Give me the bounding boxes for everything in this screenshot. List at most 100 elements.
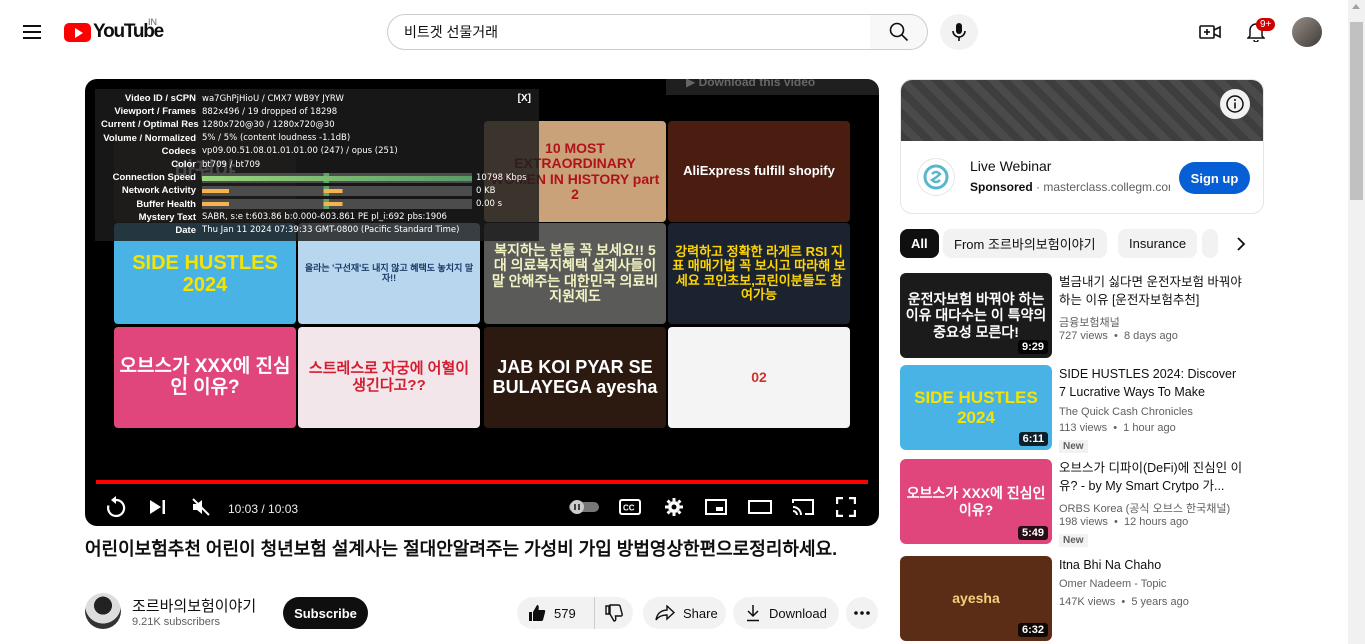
duration-badge: 6:32 bbox=[1017, 623, 1048, 637]
hamburger-icon bbox=[23, 25, 41, 39]
end-tile-text: 02 bbox=[751, 368, 767, 385]
sponsored-label: Sponsored bbox=[970, 180, 1033, 194]
advertiser-logo[interactable] bbox=[917, 158, 955, 196]
end-tile-text: 스트레스로 자궁에 어혈이 생긴다고?? bbox=[308, 360, 470, 394]
search-button[interactable] bbox=[870, 14, 928, 50]
stats-key: Volume / Normalized bbox=[103, 132, 196, 144]
stats-row: Date Thu Jan 11 2024 07:39:33 GMT-0800 (P… bbox=[101, 224, 533, 237]
cast-button[interactable] bbox=[789, 493, 817, 521]
video-player[interactable]: ▶ Download this video [X] Video ID / sCP… bbox=[85, 79, 879, 526]
recommendation-title[interactable]: 오브스가 디파이(DeFi)에 진심인 이유? - by My Smart Cr… bbox=[1059, 459, 1245, 495]
player-controls: 10:03 / 10:03 CC bbox=[85, 485, 879, 526]
recommendation-channel[interactable]: The Quick Cash Chronicles bbox=[1059, 406, 1193, 418]
recommendation-channel[interactable]: ORBS Korea (공식 오브스 한국채널) bbox=[1059, 500, 1230, 516]
stats-value: Thu Jan 11 2024 07:39:33 GMT-0800 (Pacif… bbox=[202, 225, 460, 236]
recommendation-channel[interactable]: 금융보험채널 bbox=[1059, 314, 1120, 330]
recommendation-title[interactable]: 벌금내기 싫다면 운전자보험 바꿔야 하는 이유 [운전자보험추천] bbox=[1059, 273, 1245, 309]
sponsored-ad-card[interactable]: Live Webinar Sponsored · masterclass.col… bbox=[900, 79, 1264, 214]
recommendation-thumbnail[interactable]: 오브스가 XXX에 진심인 이유? 5:49 bbox=[900, 459, 1052, 544]
thumbnail-text: 운전자보험 바꿔야 하는 이유 대다수는 이 특약의 중요성 모른다! bbox=[905, 291, 1047, 340]
replay-button[interactable] bbox=[102, 493, 130, 521]
like-count: 579 bbox=[554, 605, 576, 621]
page-scrollbar[interactable] bbox=[1348, 0, 1365, 644]
account-avatar[interactable] bbox=[1292, 17, 1322, 47]
end-screen-video-tile[interactable]: JAB KOI PYAR SE BULAYEGA ayesha bbox=[484, 327, 666, 428]
ad-title[interactable]: Live Webinar bbox=[970, 158, 1051, 174]
stats-key: Color bbox=[171, 159, 196, 171]
masterclass-logo-icon bbox=[923, 164, 949, 190]
share-label: Share bbox=[683, 605, 718, 621]
channel-name[interactable]: 조르바의보험이야기 bbox=[132, 595, 256, 616]
replay-icon bbox=[107, 496, 126, 518]
fullscreen-icon bbox=[836, 497, 856, 517]
more-actions-button[interactable] bbox=[846, 597, 878, 629]
stats-key: Date bbox=[175, 224, 196, 236]
chip-from-channel[interactable]: From 조르바의보험이야기 bbox=[943, 229, 1107, 258]
recommendation-item[interactable]: 운전자보험 바꿔야 하는 이유 대다수는 이 특약의 중요성 모른다! 9:29 벌… bbox=[900, 273, 1280, 363]
recommendation-thumbnail[interactable]: 운전자보험 바꿔야 하는 이유 대다수는 이 특약의 중요성 모른다! 9:29 bbox=[900, 273, 1052, 358]
stats-value: 1280x720@30 / 1280x720@30 bbox=[202, 119, 335, 130]
end-screen-video-tile[interactable]: 강력하고 정확한 라게르 RSI 지표 매매기법 꼭 보시고 따라해 보세요 코… bbox=[668, 223, 850, 324]
recommendation-channel[interactable]: Omer Nadeem - Topic bbox=[1059, 578, 1166, 590]
stats-key: Network Activity bbox=[121, 185, 196, 197]
recommendation-item[interactable]: 오브스가 XXX에 진심인 이유? 5:49 오브스가 디파이(DeFi)에 진심인… bbox=[900, 459, 1280, 549]
ad-signup-button[interactable]: Sign up bbox=[1179, 162, 1250, 194]
chip-all[interactable]: All bbox=[900, 229, 939, 258]
create-button[interactable] bbox=[1194, 16, 1226, 48]
recommendation-thumbnail[interactable]: SIDE HUSTLES 2024 6:11 bbox=[900, 365, 1052, 450]
search-input[interactable]: 비트겟 선물거래 bbox=[387, 14, 871, 50]
fullscreen-button[interactable] bbox=[832, 493, 860, 521]
chips-next-button[interactable] bbox=[1226, 229, 1256, 259]
chip-insurance[interactable]: Insurance bbox=[1118, 229, 1198, 258]
recommendation-title[interactable]: SIDE HUSTLES 2024: Discover 7 Lucrative … bbox=[1059, 365, 1245, 401]
stats-for-nerds-panel: [X] Video ID / sCPN wa7GhPjHioU / CMX7 WB… bbox=[95, 89, 539, 241]
ad-info-button[interactable] bbox=[1220, 89, 1250, 119]
menu-button[interactable] bbox=[16, 16, 48, 48]
ad-banner-image[interactable] bbox=[901, 80, 1263, 141]
thumbnail-text: 오브스가 XXX에 진심인 이유? bbox=[906, 485, 1046, 518]
video-title: 어린이보험추천 어린이 청년보험 설계사는 절대안알려주는 가성비 가입 방법영… bbox=[85, 539, 838, 559]
captions-button[interactable]: CC bbox=[616, 493, 644, 521]
share-button[interactable]: Share bbox=[643, 597, 726, 629]
progress-bar[interactable] bbox=[96, 480, 868, 484]
thumbs-down-icon bbox=[605, 604, 623, 622]
settings-button[interactable] bbox=[660, 493, 688, 521]
scroll-up-arrow-icon[interactable] bbox=[1352, 4, 1360, 9]
dislike-button[interactable] bbox=[595, 597, 633, 629]
end-screen-video-tile[interactable]: 스트레스로 자궁에 어혈이 생긴다고?? bbox=[298, 327, 480, 428]
recommendation-item[interactable]: SIDE HUSTLES 2024 6:11 SIDE HUSTLES 2024: … bbox=[900, 365, 1280, 455]
subscribe-button[interactable]: Subscribe bbox=[283, 597, 368, 629]
svg-text:CC: CC bbox=[623, 504, 635, 513]
recommendation-item[interactable]: ayesha 6:32 Itna Bhi Na Chaho Omer Nadeem -… bbox=[900, 556, 1280, 644]
end-tile-text: SIDE HUSTLES 2024 bbox=[132, 251, 278, 296]
channel-avatar[interactable] bbox=[85, 593, 121, 629]
download-icon bbox=[747, 605, 759, 622]
autoplay-toggle-icon bbox=[569, 500, 599, 514]
scroll-thumb[interactable] bbox=[1350, 22, 1363, 200]
volume-muted-icon bbox=[192, 498, 210, 516]
recommendation-thumbnail[interactable]: ayesha 6:32 bbox=[900, 556, 1052, 641]
theater-mode-button[interactable] bbox=[746, 493, 774, 521]
chip-partial[interactable] bbox=[1202, 229, 1218, 258]
ad-sponsor-line: Sponsored · masterclass.collegm.com/l bbox=[970, 180, 1170, 194]
end-tile-text: JAB KOI PYAR SE BULAYEGA ayesha bbox=[492, 356, 658, 397]
stats-row: Connection Speed 10798 Kbps bbox=[101, 171, 533, 184]
recommendation-title[interactable]: Itna Bhi Na Chaho bbox=[1059, 556, 1245, 574]
thumbnail-text: ayesha bbox=[952, 590, 1000, 607]
closed-captions-icon: CC bbox=[619, 499, 641, 515]
duration-badge: 5:49 bbox=[1017, 526, 1048, 540]
stats-row: Mystery Text SABR, s:e t:603.86 b:0.000-6… bbox=[101, 211, 533, 224]
end-screen-video-tile[interactable]: AliExpress fulfill shopify bbox=[668, 121, 850, 222]
mute-button[interactable] bbox=[187, 493, 215, 521]
next-button[interactable] bbox=[144, 493, 172, 521]
download-button[interactable]: Download bbox=[733, 597, 839, 629]
miniplayer-button[interactable] bbox=[702, 493, 730, 521]
voice-search-button[interactable] bbox=[940, 14, 978, 50]
thumbnail-text: SIDE HUSTLES 2024 bbox=[914, 387, 1038, 427]
download-video-bar[interactable]: ▶ Download this video bbox=[666, 79, 879, 95]
autoplay-toggle[interactable] bbox=[567, 493, 601, 521]
like-button[interactable]: 579 bbox=[517, 597, 595, 629]
end-screen-video-tile[interactable]: 오브스가 XXX에 진심인 이유? bbox=[114, 327, 296, 428]
duration-badge: 9:29 bbox=[1017, 340, 1048, 354]
end-screen-video-tile[interactable]: 02 bbox=[668, 327, 850, 428]
